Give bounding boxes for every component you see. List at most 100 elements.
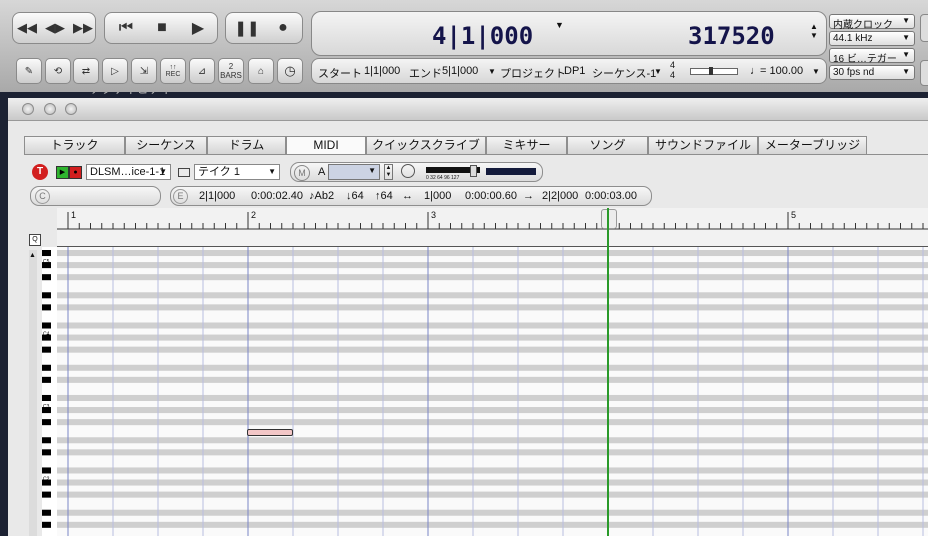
return-to-start-icon[interactable]: ⏮: [109, 13, 143, 43]
octave-label: C2: [43, 477, 50, 483]
tab-quickscribe[interactable]: クイックスクライブ: [366, 136, 486, 154]
tab-meterbridge[interactable]: メーターブリッジ: [758, 136, 867, 154]
bar-number: 1: [71, 210, 77, 220]
event-position[interactable]: 2|1|000: [199, 190, 235, 202]
zoom-icon[interactable]: Q: [29, 234, 41, 246]
m-button[interactable]: M: [294, 165, 310, 181]
fast-forward-icon[interactable]: ▶▶: [69, 13, 97, 43]
punch-tool-icon[interactable]: ⇲: [131, 58, 157, 84]
side-button-2[interactable]: [920, 60, 928, 86]
event-pitch[interactable]: ♪Ab2: [309, 190, 334, 202]
meter-denominator[interactable]: 4: [670, 70, 675, 80]
counter-dropdown-icon[interactable]: ▼: [555, 20, 564, 30]
event-end-time[interactable]: 0:00:03.00: [585, 190, 637, 202]
shuttle-icon[interactable]: ◀▶: [41, 13, 69, 43]
piano-keyboard[interactable]: C5 C4 C3 C2: [42, 247, 58, 536]
tab-sequence[interactable]: シーケンス: [125, 136, 207, 154]
play-enable-icon[interactable]: ▶: [56, 166, 69, 179]
tab-midi[interactable]: MIDI: [286, 136, 366, 155]
event-duration[interactable]: 1|000: [424, 190, 451, 202]
clock-icon[interactable]: ◷: [277, 58, 303, 84]
sequence-selector[interactable]: シーケンス-1: [592, 65, 656, 81]
event-end[interactable]: 2|2|000: [542, 190, 578, 202]
position-counter[interactable]: 4|1|000: [432, 22, 533, 50]
rec-tool-icon[interactable]: ↑↑ REC: [160, 58, 186, 84]
stop-icon[interactable]: ■: [145, 13, 179, 43]
sample-rate-select[interactable]: 44.1 kHz: [829, 31, 915, 46]
record-enable-icon[interactable]: ●: [69, 166, 82, 179]
midi-note[interactable]: [247, 429, 293, 436]
black-key: [42, 346, 51, 353]
bars-tool-icon[interactable]: 2 BARS: [218, 58, 244, 84]
black-key-row: [57, 509, 928, 516]
event-duration-time[interactable]: 0:00:00.60: [465, 190, 517, 202]
tempo-dropdown-icon[interactable]: ▼: [812, 67, 820, 76]
record-icon[interactable]: ●: [266, 13, 300, 43]
window-titlebar: [8, 98, 928, 121]
loop-tool-icon[interactable]: ⟲: [45, 58, 71, 84]
tab-tracks[interactable]: トラック: [24, 136, 125, 154]
pause-record-group: ❚❚ ●: [225, 12, 303, 44]
keyboard-icon[interactable]: [178, 168, 190, 177]
black-key-row: [57, 304, 928, 311]
vertical-scrollbar[interactable]: ▲: [29, 250, 37, 536]
tab-drum[interactable]: ドラム: [207, 136, 286, 154]
event-fields: E 2|1|000 0:00:02.40 ♪Ab2 ↓64 ↑64 ↔ 1|00…: [170, 186, 652, 206]
e-button[interactable]: E: [173, 189, 188, 204]
black-key-row: [57, 521, 928, 528]
black-key-row: [57, 479, 928, 486]
close-window-icon[interactable]: [22, 103, 34, 115]
instrument-select[interactable]: DLSM…ice-1-1: [86, 164, 171, 180]
bit-depth-select[interactable]: 16 ビ…テガー: [829, 48, 915, 65]
end-dropdown-icon[interactable]: ▼: [488, 67, 496, 76]
end-value[interactable]: 5|1|000: [442, 65, 478, 77]
c-button[interactable]: C: [35, 189, 50, 204]
take-select[interactable]: テイク 1: [194, 164, 280, 180]
event-velocity-on[interactable]: ↓64: [346, 190, 364, 202]
controller-select[interactable]: ▼: [328, 164, 380, 180]
zoom-window-icon[interactable]: [65, 103, 77, 115]
project-value[interactable]: DP1: [564, 65, 585, 77]
piano-keys: C5 C4 C3 C2: [42, 250, 51, 528]
tempo-value[interactable]: = 100.00: [760, 65, 803, 77]
slope-tool-icon[interactable]: ⊿: [189, 58, 215, 84]
tab-underline: [24, 154, 928, 155]
samples-dropdown-icon[interactable]: ▲ ▼: [810, 22, 818, 40]
metronome-icon[interactable]: ⌂: [248, 58, 274, 84]
pencil-tool-icon[interactable]: ✎: [16, 58, 42, 84]
minimize-window-icon[interactable]: [44, 103, 56, 115]
sequence-dropdown-icon[interactable]: ▼: [654, 67, 662, 76]
event-time[interactable]: 0:00:02.40: [251, 190, 303, 202]
tab-song[interactable]: ソング: [567, 136, 648, 154]
grid-lines: [57, 247, 928, 536]
stepper-icon[interactable]: ▲ ▼: [384, 164, 393, 180]
track-enable-button[interactable]: T: [32, 164, 48, 180]
level-meter[interactable]: [426, 165, 480, 177]
note-grid[interactable]: [57, 247, 928, 536]
black-key-row: [57, 322, 928, 329]
tab-soundfile[interactable]: サウンドファイル: [648, 136, 758, 154]
end-arrow-icon: →: [523, 190, 534, 202]
play-icon[interactable]: ▶: [181, 13, 215, 43]
bar-number: 5: [791, 210, 797, 220]
play-range-icon[interactable]: ▷: [102, 58, 128, 84]
black-key-row: [57, 467, 928, 474]
black-key: [42, 304, 51, 311]
tab-mixer[interactable]: ミキサー: [486, 136, 567, 154]
knob-icon[interactable]: [401, 164, 415, 178]
pause-icon[interactable]: ❚❚: [230, 13, 264, 43]
meter-numerator[interactable]: 4: [670, 60, 675, 70]
rewind-icon[interactable]: ◀◀: [13, 13, 41, 43]
black-key: [42, 467, 51, 474]
clock-source-select[interactable]: 内蔵クロック: [829, 14, 915, 31]
frame-rate-select[interactable]: 30 fps nd: [829, 65, 915, 80]
side-button[interactable]: [920, 14, 928, 42]
samples-counter[interactable]: 317520: [688, 22, 775, 50]
event-velocity-off[interactable]: ↑64: [375, 190, 393, 202]
cycle-tool-icon[interactable]: ⇄: [73, 58, 99, 84]
tempo-slider[interactable]: [690, 67, 738, 75]
time-ruler[interactable]: 12345: [57, 208, 928, 247]
black-key-row: [57, 334, 928, 341]
start-value[interactable]: 1|1|000: [364, 65, 400, 77]
playhead-handle[interactable]: [601, 209, 617, 229]
